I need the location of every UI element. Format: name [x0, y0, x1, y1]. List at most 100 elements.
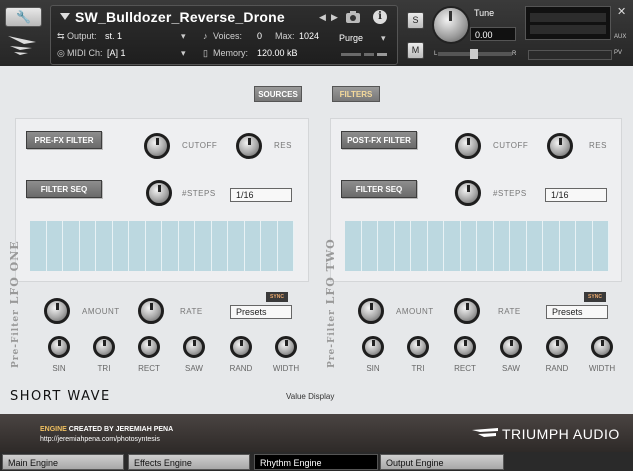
lfo-rand-knob[interactable] [546, 336, 568, 358]
cutoff-knob[interactable] [455, 133, 481, 159]
midi-label: MIDI Ch: [67, 48, 103, 58]
filter-seq-button[interactable]: FILTER SEQ [341, 180, 417, 198]
triumph-audio-logo-icon [472, 428, 498, 437]
lfo-rate-knob[interactable] [454, 298, 480, 324]
midi-channel-value[interactable]: [A] 1 [107, 48, 126, 58]
lfo-sin-knob[interactable] [48, 336, 70, 358]
output-value[interactable]: st. 1 [105, 31, 122, 41]
wrench-button[interactable]: 🔧 [5, 7, 42, 27]
lfo-rect-knob[interactable] [454, 336, 476, 358]
lfo-sin-knob[interactable] [362, 336, 384, 358]
steps-knob[interactable] [146, 180, 172, 206]
purge-meter-segment [364, 53, 374, 56]
pan-left-label: L [434, 51, 438, 57]
memory-value: 120.00 kB [257, 48, 298, 58]
pre-fx-filter-button[interactable]: PRE-FX FILTER [26, 131, 102, 149]
lfo-rect-knob[interactable] [138, 336, 160, 358]
next-instrument-icon[interactable]: ▶ [331, 12, 338, 23]
max-voices-value[interactable]: 1024 [299, 31, 319, 41]
voices-icon: ♪ [203, 31, 208, 41]
lfo-shape-label: SAW [185, 364, 203, 373]
purge-meter-segment [377, 53, 387, 56]
pan-right-label: R [512, 51, 517, 57]
lfo-two-panel: Pre-Filter LFO TWO AMOUNT RATE SYNC Pres… [320, 238, 630, 378]
camera-icon[interactable] [345, 10, 361, 24]
lfo-shape-label: TRI [411, 364, 425, 373]
instrument-name[interactable]: SW_Bulldozer_Reverse_Drone [75, 9, 285, 25]
voices-value: 0 [257, 31, 263, 41]
purge-dropdown-icon[interactable]: ▾ [381, 33, 386, 44]
steps-knob[interactable] [455, 180, 481, 206]
steps-value-box[interactable]: 1/16 [230, 188, 292, 202]
steps-label: #STEPS [182, 189, 216, 198]
lfo-amount-knob[interactable] [44, 298, 70, 324]
lfo-presets-dropdown[interactable]: Presets [230, 305, 292, 319]
pre-fx-filter-panel: PRE-FX FILTER CUTOFF RES FILTER SEQ #STE… [15, 118, 309, 282]
lfo-width-knob[interactable] [591, 336, 613, 358]
res-knob[interactable] [236, 133, 262, 159]
volume-bar[interactable] [528, 50, 612, 60]
output-dropdown-icon[interactable]: ▾ [181, 31, 186, 42]
cutoff-knob[interactable] [144, 133, 170, 159]
mute-button[interactable]: M [407, 42, 424, 59]
close-icon[interactable]: ✕ [617, 5, 626, 18]
lfo-rate-label: RATE [498, 307, 521, 316]
info-icon[interactable]: i [373, 10, 387, 24]
lfo-shape-label: RAND [545, 364, 569, 373]
purge-meter-segment [341, 53, 361, 56]
cutoff-label: CUTOFF [493, 141, 529, 150]
tune-knob[interactable] [432, 6, 470, 44]
instrument-panel: SOURCES FILTERS PRE-FX FILTER CUTOFF RES… [0, 66, 633, 414]
res-label: RES [274, 141, 292, 150]
tab-sources[interactable]: SOURCES [254, 86, 302, 102]
short-wave-logo: SHORT WAVE [10, 389, 111, 404]
credit-url-link[interactable]: http://jeremiahpena.com/photosyntesis [40, 436, 160, 443]
filter-step-sequencer[interactable] [30, 221, 294, 271]
steps-value-box[interactable]: 1/16 [545, 188, 607, 202]
lfo-sync-button[interactable]: SYNC [266, 292, 288, 302]
tab-main-engine[interactable]: Main Engine [2, 454, 124, 470]
solo-button[interactable]: S [407, 12, 424, 29]
output-icon: ⇆ [57, 31, 65, 41]
res-label: RES [589, 141, 607, 150]
lfo-shape-label: TRI [97, 364, 111, 373]
aux-label[interactable]: AUX [614, 34, 626, 40]
instrument-collapse-icon[interactable] [60, 13, 70, 20]
instrument-header: 🔧 SW_Bulldozer_Reverse_Drone ◀ ▶ i ⇆ Out… [0, 0, 633, 66]
kontakt-logo-icon [8, 36, 36, 55]
cutoff-label: CUTOFF [182, 141, 218, 150]
engine-tab-bar: Main Engine Effects Engine Rhythm Engine… [0, 452, 633, 471]
lfo-two-title: Pre-Filter LFO TWO [324, 238, 337, 368]
tab-rhythm-engine[interactable]: Rhythm Engine [254, 454, 378, 470]
engine-credit: ENGINE CREATED BY JEREMIAH PENA [40, 426, 174, 433]
pan-slider[interactable] [430, 49, 520, 59]
lfo-amount-knob[interactable] [358, 298, 384, 324]
filter-seq-button[interactable]: FILTER SEQ [26, 180, 102, 198]
tune-value[interactable]: 0.00 [470, 27, 516, 41]
lfo-shape-label: RAND [229, 364, 253, 373]
lfo-presets-dropdown[interactable]: Presets [546, 305, 608, 319]
tab-output-engine[interactable]: Output Engine [380, 454, 504, 470]
tab-filters[interactable]: FILTERS [332, 86, 380, 102]
midi-dropdown-icon[interactable]: ▾ [181, 48, 186, 59]
lfo-shape-label: RECT [454, 364, 476, 373]
lfo-shape-label: WIDTH [588, 364, 616, 373]
lfo-saw-knob[interactable] [500, 336, 522, 358]
post-fx-filter-button[interactable]: POST-FX FILTER [341, 131, 417, 149]
lfo-width-knob[interactable] [275, 336, 297, 358]
filter-step-sequencer[interactable] [345, 221, 609, 271]
purge-button[interactable]: Purge [339, 33, 363, 43]
lfo-tri-knob[interactable] [93, 336, 115, 358]
tab-effects-engine[interactable]: Effects Engine [128, 454, 250, 470]
pv-label[interactable]: PV [614, 50, 622, 56]
lfo-tri-knob[interactable] [407, 336, 429, 358]
lfo-sync-button[interactable]: SYNC [584, 292, 606, 302]
res-knob[interactable] [547, 133, 573, 159]
lfo-rand-knob[interactable] [230, 336, 252, 358]
lfo-saw-knob[interactable] [183, 336, 205, 358]
post-fx-filter-panel: POST-FX FILTER CUTOFF RES FILTER SEQ #ST… [330, 118, 622, 282]
prev-instrument-icon[interactable]: ◀ [319, 12, 326, 23]
lfo-rate-knob[interactable] [138, 298, 164, 324]
lfo-shape-label: WIDTH [272, 364, 300, 373]
lfo-rate-label: RATE [180, 307, 203, 316]
